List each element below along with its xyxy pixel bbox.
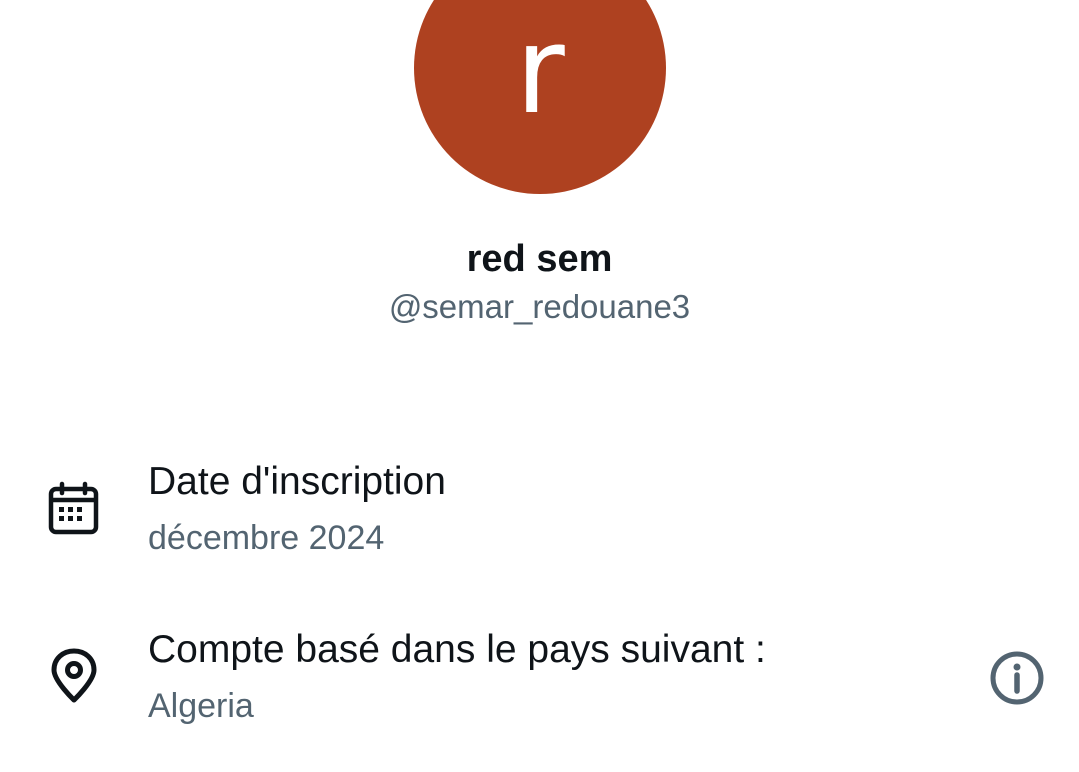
- calendar-icon: [48, 481, 99, 535]
- user-handle: @semar_redouane3: [388, 288, 691, 325]
- location-pin-icon: [51, 648, 97, 703]
- account-country-row: Compte basé dans le pays suivant : Alger…: [0, 620, 1079, 740]
- account-country-value: Algeria: [148, 687, 254, 725]
- display-name: red sem: [466, 238, 613, 280]
- avatar-initial: r: [515, 2, 565, 141]
- avatar[interactable]: r: [414, 0, 666, 194]
- join-date-label: Date d'inscription: [148, 460, 446, 503]
- join-date-value: décembre 2024: [148, 519, 385, 557]
- account-country-label: Compte basé dans le pays suivant :: [148, 628, 766, 671]
- info-icon[interactable]: [986, 647, 1048, 709]
- join-date-row: Date d'inscription décembre 2024: [0, 452, 1079, 572]
